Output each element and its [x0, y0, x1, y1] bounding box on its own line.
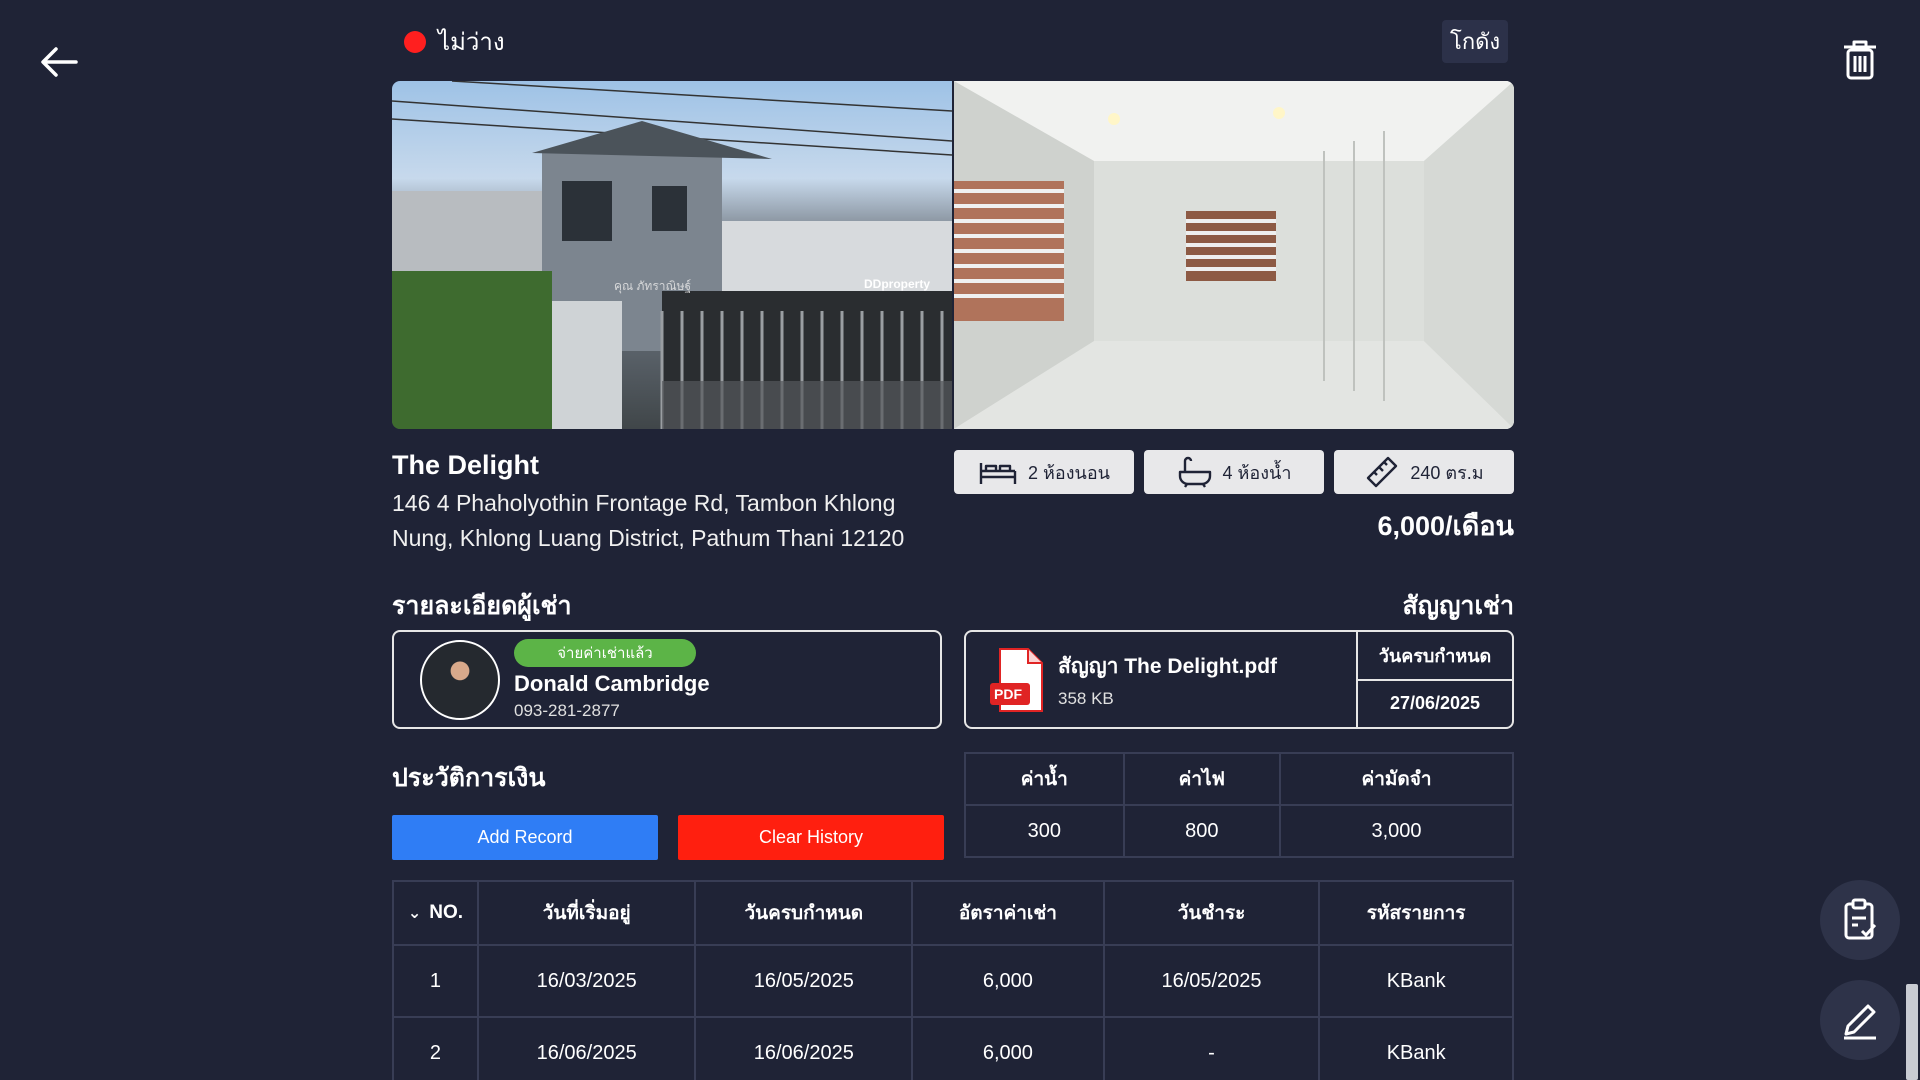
table-cell: 6,000 — [911, 944, 1105, 1018]
scrollbar-track[interactable] — [1904, 0, 1920, 1080]
back-arrow-icon[interactable] — [36, 38, 84, 86]
contract-file-name: สัญญา The Delight.pdf — [1058, 655, 1278, 678]
status-dot-icon — [404, 30, 426, 53]
file-meta: สัญญา The Delight.pdf 358 KB — [1058, 650, 1277, 709]
trash-icon[interactable] — [1840, 38, 1880, 82]
due-date-box: วันครบกำหนด 27/06/2025 — [1356, 632, 1512, 727]
table-header: ค่าไฟ — [1122, 752, 1282, 806]
table-cell: 16/06/2025 — [694, 1016, 914, 1080]
tenant-phone: 093-281-2877 — [514, 700, 620, 720]
add-record-button[interactable]: Add Record — [392, 815, 658, 860]
table-cell: 3,000 — [1279, 804, 1514, 858]
contract-section-title: สัญญาเช่า — [1402, 592, 1514, 620]
property-name: The Delight — [392, 450, 539, 480]
avatar — [420, 639, 500, 720]
bathtub-icon — [1178, 456, 1211, 488]
photo-watermark-brand: DDproperty — [864, 277, 931, 291]
feature-bedrooms: 2 ห้องนอน — [954, 450, 1134, 494]
tenant-name: Donald Cambridge — [514, 670, 710, 696]
tenant-card[interactable]: จ่ายค่าเช่าแล้ว Donald Cambridge 093-281… — [392, 630, 942, 729]
due-date-label: วันครบกำหนด — [1358, 632, 1512, 681]
tenant-section-title: รายละเอียดผู้เช่า — [392, 592, 572, 620]
table-row: 300 800 3,000 — [964, 804, 1514, 858]
clipboard-check-icon[interactable] — [1820, 880, 1900, 960]
table-header-row: ⌄ NO. วันที่เริ่มอยู่ วันครบกำหนด อัตราค่… — [392, 880, 1514, 946]
clear-history-button[interactable]: Clear History — [678, 815, 944, 860]
due-date-value: 27/06/2025 — [1389, 693, 1481, 714]
contract-card: PDF สัญญา The Delight.pdf 358 KB วันครบก… — [964, 630, 1514, 729]
table-cell: 16/06/2025 — [476, 1016, 697, 1080]
table-cell: 6,000 — [911, 1016, 1105, 1080]
status-indicator: ไม่ว่าง — [404, 22, 505, 61]
utilities-table: ค่าน้ำ ค่าไฟ ค่ามัดจำ 300 800 3,000 — [964, 752, 1514, 858]
table-header: ค่าน้ำ — [964, 752, 1125, 806]
property-features: 2 ห้องนอน 4 ห้องน้ำ 240 ตร.ม — [954, 450, 1514, 494]
table-cell: KBank — [1318, 1016, 1514, 1080]
table-cell: 16/05/2025 — [694, 944, 914, 1018]
property-address: 146 4 Phaholyothin Frontage Rd, Tambon K… — [392, 490, 905, 551]
table-cell: 800 — [1122, 804, 1282, 858]
rent-price: 6,000/เดือน — [1377, 511, 1514, 541]
finance-section-title: ประวัติการเงิน — [392, 764, 546, 792]
status-label: ไม่ว่าง — [438, 29, 505, 56]
tenant-info: จ่ายค่าเช่าแล้ว Donald Cambridge 093-281… — [514, 638, 710, 721]
table-header: รหัสรายการ — [1318, 880, 1514, 946]
feature-bathrooms: 4 ห้องน้ำ — [1144, 450, 1324, 494]
bed-icon — [979, 463, 1017, 484]
table-cell: 1 — [392, 944, 479, 1018]
table-header: วันครบกำหนด — [694, 880, 914, 946]
pencil-icon[interactable] — [1820, 980, 1900, 1060]
pdf-file-icon: PDF — [990, 647, 1044, 713]
photo-gallery: คุณ ภัทราณิษฐ์ DDproperty — [392, 81, 1514, 429]
table-row[interactable]: 2 16/06/2025 16/06/2025 6,000 - KBank — [392, 1016, 1514, 1080]
contract-file[interactable]: PDF สัญญา The Delight.pdf 358 KB — [966, 632, 1356, 727]
table-cell: 300 — [964, 804, 1125, 858]
ruler-icon — [1367, 456, 1398, 488]
pdf-label: PDF — [994, 685, 1022, 702]
table-cell: KBank — [1318, 944, 1514, 1018]
table-header-row: ค่าน้ำ ค่าไฟ ค่ามัดจำ — [964, 752, 1514, 806]
scrollbar-thumb[interactable] — [1906, 984, 1918, 1080]
contract-file-size: 358 KB — [1058, 689, 1114, 708]
payment-history-table: ⌄ NO. วันที่เริ่มอยู่ วันครบกำหนด อัตราค่… — [392, 880, 1514, 1080]
table-header: วันชำระ — [1102, 880, 1321, 946]
feature-label: 2 ห้องนอน — [1028, 462, 1110, 483]
table-header: อัตราค่าเช่า — [911, 880, 1105, 946]
table-header: NO. — [429, 902, 464, 923]
chevron-down-icon[interactable]: ⌄ — [408, 903, 421, 923]
sort-no-header[interactable]: ⌄ NO. — [392, 880, 479, 946]
table-cell: 16/03/2025 — [476, 944, 697, 1018]
table-header: วันที่เริ่มอยู่ — [476, 880, 697, 946]
table-cell: 16/05/2025 — [1102, 944, 1321, 1018]
house-exterior-photo[interactable]: คุณ ภัทราณิษฐ์ DDproperty — [392, 81, 952, 429]
photo-watermark-name: คุณ ภัทราณิษฐ์ — [614, 279, 692, 293]
paid-status-badge: จ่ายค่าเช่าแล้ว — [514, 638, 696, 667]
table-cell: - — [1102, 1016, 1321, 1080]
table-row[interactable]: 1 16/03/2025 16/05/2025 6,000 16/05/2025… — [392, 944, 1514, 1018]
table-cell: 2 — [392, 1016, 479, 1080]
table-header: ค่ามัดจำ — [1279, 752, 1514, 806]
bedroom-interior-photo[interactable] — [954, 81, 1514, 429]
feature-label: 4 ห้องน้ำ — [1222, 462, 1292, 483]
category-badge: โกดัง — [1442, 20, 1509, 63]
feature-area: 240 ตร.ม — [1334, 450, 1514, 494]
feature-label: 240 ตร.ม — [1410, 462, 1484, 483]
